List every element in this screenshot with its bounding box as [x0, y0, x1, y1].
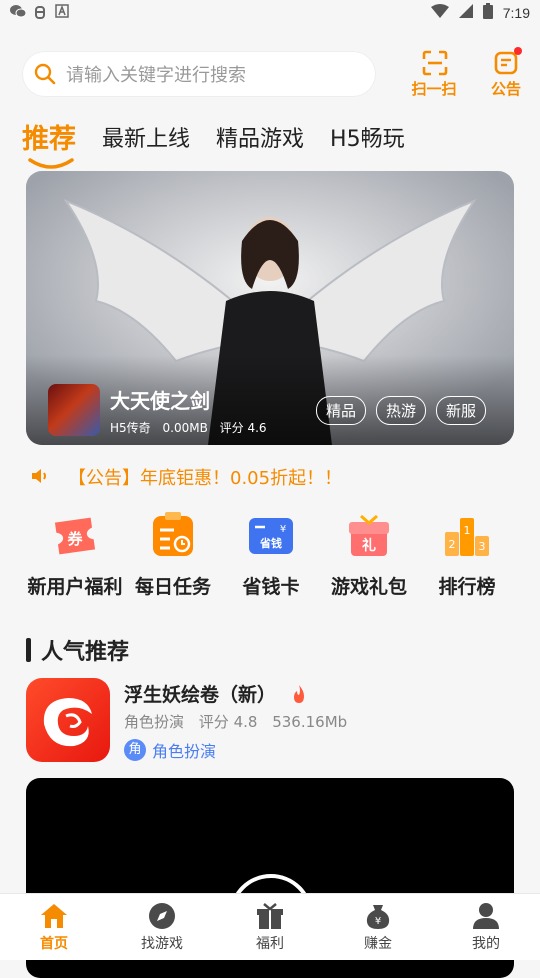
svg-text:券: 券: [67, 530, 83, 548]
menu-leaderboard[interactable]: 2 1 3 排行榜: [412, 510, 522, 599]
search-bar[interactable]: 请输入关键字进行搜索: [22, 51, 376, 97]
money-bag-icon: ¥: [366, 905, 390, 929]
battery-icon: [482, 3, 493, 23]
nav-home[interactable]: 首页: [14, 902, 94, 953]
podium-icon: 2 1 3: [445, 518, 489, 556]
gift-icon: 礼: [349, 514, 389, 556]
nav-earn-gold[interactable]: ¥ 赚金: [338, 902, 418, 953]
a-icon: [54, 4, 70, 20]
svg-text:1: 1: [464, 524, 471, 537]
tab-indicator-icon: [28, 158, 74, 169]
nav-welfare[interactable]: 福利: [230, 902, 310, 953]
svg-text:¥: ¥: [375, 916, 381, 927]
app-tag: 角 角色扮演: [124, 738, 216, 762]
banner-tag: 热游: [375, 396, 426, 425]
category-tabs: 推荐 最新上线 精品游戏 H5畅玩: [22, 108, 431, 169]
home-icon: [41, 904, 67, 928]
scan-label: 扫一扫: [411, 80, 457, 98]
user-icon: [473, 903, 499, 929]
bug-icon: [32, 4, 48, 20]
banner-game-meta: H5传奇 0.00MB 评分 4.6: [110, 421, 267, 435]
list-item[interactable]: 浮生妖绘卷（新） 角色扮演 评分 4.8 536.16Mb 角 角色扮演: [26, 678, 514, 764]
task-icon: [153, 512, 193, 556]
speaker-icon: [32, 469, 46, 483]
tab-new-releases[interactable]: 最新上线: [102, 122, 190, 158]
tab-premium-games[interactable]: 精品游戏: [216, 122, 304, 158]
gift-icon: [257, 903, 283, 929]
tab-h5-games[interactable]: H5畅玩: [330, 122, 405, 158]
announcement-bar[interactable]: 【公告】年底钜惠！0.05折起！！: [30, 464, 342, 490]
tab-recommend[interactable]: 推荐: [22, 122, 76, 169]
search-icon: [34, 63, 56, 85]
quick-menu: 券 新用户福利 每日任务 ¥ 省钱 省钱卡 礼 游戏礼包 2 1 3 排行榜: [20, 510, 530, 610]
banner-tag: 精品: [315, 396, 366, 425]
nav-find-games[interactable]: 找游戏: [122, 902, 202, 953]
menu-daily-tasks[interactable]: 每日任务: [118, 510, 228, 599]
status-time: 7:19: [502, 5, 530, 21]
tag-icon: 角: [124, 739, 146, 761]
section-header: 人气推荐: [26, 634, 129, 666]
banner-tags: 精品 热游 新服: [315, 396, 486, 425]
status-bar: 7:19: [0, 0, 540, 26]
wifi-icon: [430, 4, 449, 22]
card-icon: ¥ 省钱: [249, 518, 293, 554]
svg-text:2: 2: [449, 538, 456, 551]
svg-text:省钱: 省钱: [259, 536, 282, 550]
menu-new-user-benefits[interactable]: 券 新用户福利: [20, 510, 130, 599]
bottom-nav: 首页 找游戏 福利 ¥ 赚金 我的: [0, 893, 540, 960]
banner-game-name: 大天使之剑: [110, 389, 210, 413]
signal-icon: [458, 4, 473, 22]
app-name: 浮生妖绘卷（新）: [124, 684, 277, 706]
svg-text:¥: ¥: [280, 524, 286, 535]
menu-savings-card[interactable]: ¥ 省钱 省钱卡: [216, 510, 326, 599]
svg-text:礼: 礼: [362, 537, 376, 554]
section-title: 人气推荐: [41, 640, 130, 665]
announcement-text: 【公告】年底钜惠！0.05折起！！: [68, 468, 343, 489]
app-icon: [26, 678, 110, 762]
banner-tag: 新服: [435, 396, 486, 425]
compass-icon: [149, 903, 175, 929]
notification-dot: [514, 47, 522, 55]
scan-button[interactable]: 扫一扫: [406, 48, 462, 100]
svg-text:3: 3: [479, 540, 486, 553]
featured-banner[interactable]: 大天使之剑 H5传奇 0.00MB 评分 4.6 精品 热游 新服: [26, 171, 514, 445]
nav-mine[interactable]: 我的: [446, 902, 526, 953]
search-placeholder: 请输入关键字进行搜索: [66, 65, 246, 86]
menu-game-gifts[interactable]: 礼 游戏礼包: [314, 510, 424, 599]
wechat-icon: [10, 4, 27, 20]
notice-button[interactable]: 公告: [478, 47, 534, 100]
app-meta: 角色扮演 评分 4.8 536.16Mb: [124, 713, 348, 731]
game-thumbnail: [48, 384, 100, 436]
notice-label: 公告: [490, 80, 521, 98]
scan-icon: [422, 50, 448, 76]
fire-icon: [294, 684, 305, 703]
coupon-icon: 券: [54, 517, 96, 555]
